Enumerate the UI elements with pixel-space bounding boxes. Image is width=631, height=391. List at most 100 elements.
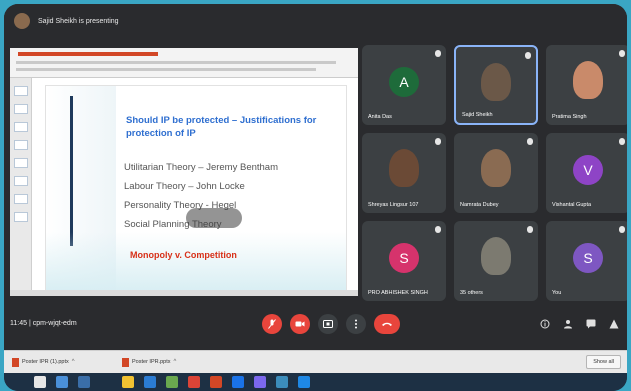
participant-name: PRO ABHISHEK SINGH	[368, 290, 428, 296]
hang-up-icon	[382, 322, 392, 326]
slide-thumbnail[interactable]	[14, 122, 28, 132]
slide-thumbnails	[10, 78, 32, 296]
meet-window: Sajid Sheikh is presenting Should IP be …	[4, 4, 627, 391]
word-icon[interactable]	[144, 376, 156, 388]
mic-muted-icon	[435, 138, 441, 145]
windows-taskbar	[4, 373, 627, 391]
pptx-file-icon	[12, 357, 19, 367]
participant-name: Vishantal Gupta	[552, 202, 592, 208]
slide-accent-bar	[70, 96, 73, 246]
download-filename: Poster IPR.pptx	[132, 359, 171, 365]
mic-muted-icon	[435, 50, 441, 57]
mic-muted-icon	[527, 226, 533, 233]
slide-thumbnail[interactable]	[14, 104, 28, 114]
participant-tile[interactable]: S PRO ABHISHEK SINGH	[362, 221, 446, 301]
participant-name: Namrata Dubey	[460, 202, 499, 208]
present-icon	[323, 320, 333, 328]
participant-avatar: V	[573, 155, 603, 185]
participant-name: You	[552, 290, 562, 296]
participant-tile[interactable]: Shreyas Lingsur 107	[362, 133, 446, 213]
slide-thumbnail[interactable]	[14, 176, 28, 186]
slide-thumbnail[interactable]	[14, 86, 28, 96]
slide-thumbnail[interactable]	[14, 194, 28, 204]
mic-muted-icon	[435, 226, 441, 233]
participant-avatar: A	[389, 67, 419, 97]
leave-call-button[interactable]	[374, 314, 400, 334]
participant-name: 35 others	[460, 290, 483, 296]
participant-video	[481, 237, 511, 275]
ribbon-row	[16, 68, 316, 71]
activities-button[interactable]	[609, 319, 619, 331]
chat-icon	[586, 319, 596, 329]
download-filename: Poster IPR (1).pptx	[22, 359, 69, 365]
participant-name: Anita Das	[368, 114, 392, 120]
search-icon[interactable]	[56, 376, 68, 388]
start-icon[interactable]	[34, 376, 46, 388]
mic-muted-icon	[619, 226, 625, 233]
app-icon[interactable]	[232, 376, 244, 388]
presenting-label: Sajid Sheikh is presenting	[38, 17, 119, 25]
participant-tile[interactable]: V Vishantal Gupta	[546, 133, 627, 213]
participant-name: Shreyas Lingsur 107	[368, 202, 419, 208]
participant-tile[interactable]: A Anita Das	[362, 45, 446, 125]
more-options-button[interactable]	[346, 314, 366, 334]
slide-title: Should IP be protected – Justifications …	[126, 115, 317, 139]
powerpoint-toolbar	[10, 48, 358, 78]
participant-video	[573, 61, 603, 99]
slide-footer-text: Monopoly v. Competition	[130, 250, 237, 260]
slide-thumbnail[interactable]	[14, 212, 28, 222]
current-slide: Should IP be protected – Justifications …	[46, 86, 346, 292]
participant-video	[481, 63, 511, 101]
participant-video	[481, 149, 511, 187]
camera-off-button[interactable]	[290, 314, 310, 334]
slide-background-decoration	[46, 232, 346, 292]
bullet-item: Utilitarian Theory – Jeremy Bentham	[124, 162, 278, 173]
camera-off-icon	[295, 321, 305, 327]
ribbon-row	[16, 61, 336, 64]
participant-video	[389, 149, 419, 187]
app-icon[interactable]	[276, 376, 288, 388]
meeting-info: 11:45 | cpm-wjqt-edm	[10, 320, 77, 327]
presentation-stage[interactable]: Should IP be protected – Justifications …	[10, 48, 358, 296]
people-button[interactable]	[563, 319, 573, 331]
more-vert-icon	[355, 319, 357, 329]
participant-tile[interactable]: S You	[546, 221, 627, 301]
show-all-button[interactable]: Show all	[586, 355, 621, 369]
download-item[interactable]: Poster IPR.pptx ^	[122, 357, 176, 367]
people-icon	[564, 320, 572, 329]
chevron-up-icon: ^	[173, 359, 177, 365]
chat-button[interactable]	[586, 319, 596, 331]
info-icon	[540, 319, 550, 329]
powerpoint-statusbar	[10, 290, 358, 296]
ribbon-tabs	[18, 52, 158, 56]
mic-off-button[interactable]	[262, 314, 282, 334]
meeting-side-icons	[540, 319, 619, 331]
mic-muted-icon	[527, 138, 533, 145]
participant-tile[interactable]: Namrata Dubey	[454, 133, 538, 213]
slide-thumbnail[interactable]	[14, 158, 28, 168]
participant-tile[interactable]: Sajid Sheikh	[454, 45, 538, 125]
mic-muted-icon	[619, 50, 625, 57]
chrome-icon[interactable]	[188, 376, 200, 388]
download-item[interactable]: Poster IPR (1).pptx ^	[12, 357, 75, 367]
app-icon[interactable]	[298, 376, 310, 388]
participant-name: Pratima Singh	[552, 114, 587, 120]
info-button[interactable]	[540, 319, 550, 331]
presenter-avatar	[14, 13, 30, 29]
powerpoint-icon[interactable]	[210, 376, 222, 388]
bullet-item: Labour Theory – John Locke	[124, 181, 245, 192]
app-icon[interactable]	[166, 376, 178, 388]
mic-muted-icon	[619, 138, 625, 145]
file-explorer-icon[interactable]	[122, 376, 134, 388]
chevron-up-icon: ^	[71, 359, 75, 365]
call-controls	[262, 314, 400, 334]
task-view-icon[interactable]	[78, 376, 90, 388]
meeting-controls-bar: 11:45 | cpm-wjqt-edm	[4, 302, 627, 350]
participant-avatar: S	[389, 243, 419, 273]
present-button[interactable]	[318, 314, 338, 334]
participant-name: Sajid Sheikh	[462, 112, 493, 118]
app-icon[interactable]	[254, 376, 266, 388]
slide-thumbnail[interactable]	[14, 140, 28, 150]
participant-tile[interactable]: Pratima Singh	[546, 45, 627, 125]
participant-tile[interactable]: 35 others	[454, 221, 538, 301]
